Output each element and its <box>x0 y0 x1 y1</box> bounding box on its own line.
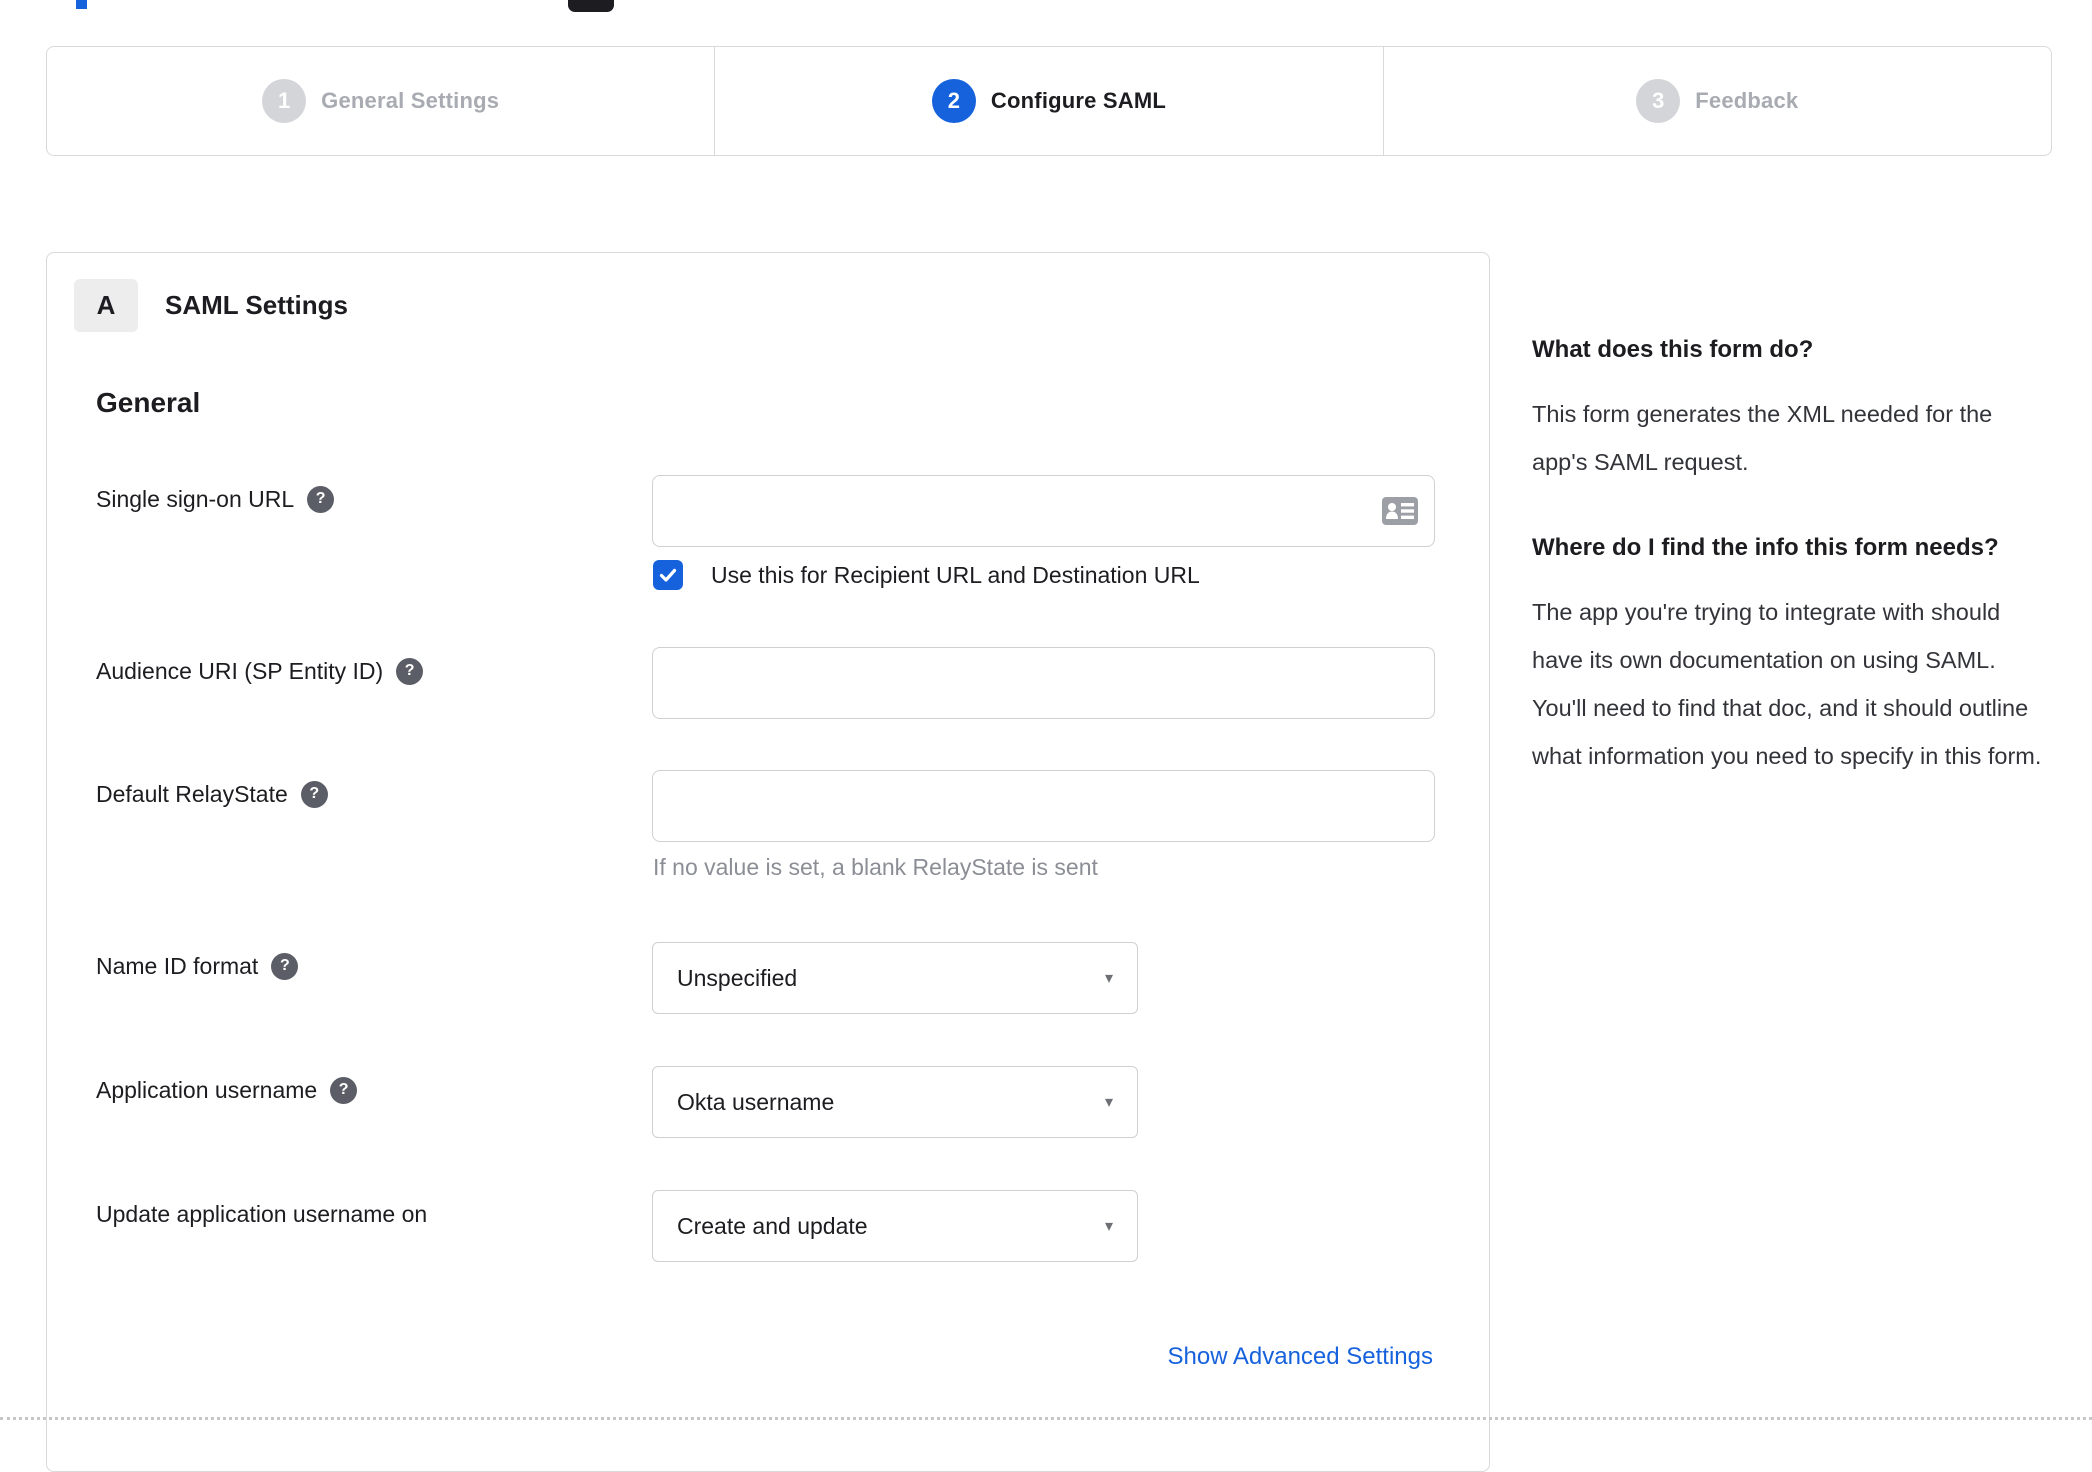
step-label: Feedback <box>1695 88 1799 113</box>
cropped-header-artifact-dark <box>568 0 614 12</box>
relaystate-label-text: Default RelayState <box>96 781 288 807</box>
relaystate-hint: If no value is set, a blank RelayState i… <box>653 854 1098 880</box>
update-username-select[interactable]: Create and update ▾ <box>652 1190 1138 1262</box>
audience-uri-input[interactable] <box>652 647 1435 719</box>
recipient-url-checkbox-row: Use this for Recipient URL and Destinati… <box>653 560 1200 590</box>
sso-url-input[interactable] <box>652 475 1435 547</box>
step-number-badge: 3 <box>1636 79 1681 123</box>
step-feedback[interactable]: 3 Feedback <box>1382 47 2051 155</box>
audience-uri-label: Audience URI (SP Entity ID) ? <box>96 656 424 686</box>
step-label: Configure SAML <box>990 88 1167 113</box>
application-username-label: Application username ? <box>96 1075 358 1105</box>
name-id-format-label-text: Name ID format <box>96 953 259 979</box>
help-icon[interactable]: ? <box>271 952 299 980</box>
checkmark-icon <box>659 568 677 582</box>
audience-uri-label-text: Audience URI (SP Entity ID) <box>96 658 384 684</box>
caret-down-icon: ▾ <box>1104 1218 1113 1235</box>
name-id-format-label: Name ID format ? <box>96 951 299 981</box>
help-icon[interactable]: ? <box>396 657 424 685</box>
update-username-value: Create and update <box>677 1212 868 1239</box>
screenshot-crop-dotted-line <box>0 1417 2092 1420</box>
help-answer-1: This form generates the XML needed for t… <box>1532 401 1993 475</box>
saml-settings-panel: A SAML Settings General Single sign-on U… <box>46 252 1490 1472</box>
help-answer-2: The app you're trying to integrate with … <box>1532 599 2042 769</box>
help-icon[interactable]: ? <box>307 485 335 513</box>
general-section-title: General <box>96 387 201 418</box>
name-id-format-select[interactable]: Unspecified ▾ <box>652 942 1138 1014</box>
wizard-stepper: 1 General Settings 2 Configure SAML 3 Fe… <box>46 46 2052 156</box>
help-question-2: Where do I find the info this form needs… <box>1532 534 1999 561</box>
step-number-badge: 2 <box>931 79 976 123</box>
sso-url-label: Single sign-on URL ? <box>96 484 335 514</box>
step-number-badge: 1 <box>262 79 307 123</box>
caret-down-icon: ▾ <box>1104 1094 1113 1111</box>
relaystate-label: Default RelayState ? <box>96 779 328 809</box>
recipient-url-checkbox[interactable] <box>653 560 683 590</box>
sso-url-label-text: Single sign-on URL <box>96 486 295 512</box>
application-username-select[interactable]: Okta username ▾ <box>652 1066 1138 1138</box>
step-general-settings[interactable]: 1 General Settings <box>47 47 714 155</box>
show-advanced-settings-link[interactable]: Show Advanced Settings <box>1167 1343 1433 1371</box>
step-label: General Settings <box>321 88 500 113</box>
help-icon[interactable]: ? <box>330 1076 358 1104</box>
help-question-1: What does this form do? <box>1532 336 1814 363</box>
recipient-url-checkbox-label: Use this for Recipient URL and Destinati… <box>711 561 1200 588</box>
panel-title: SAML Settings <box>165 290 348 320</box>
step-configure-saml[interactable]: 2 Configure SAML <box>714 47 1382 155</box>
panel-header: A SAML Settings <box>74 279 348 332</box>
caret-down-icon: ▾ <box>1104 970 1113 987</box>
sso-url-input-wrap <box>652 475 1435 547</box>
application-username-label-text: Application username <box>96 1077 318 1103</box>
contact-card-icon <box>1382 497 1418 525</box>
name-id-format-value: Unspecified <box>677 964 798 991</box>
update-username-label-text: Update application username on <box>96 1201 428 1227</box>
update-username-label: Update application username on <box>96 1199 427 1229</box>
cropped-header-artifact-blue <box>76 0 87 9</box>
section-a-badge: A <box>74 279 138 332</box>
application-username-value: Okta username <box>677 1088 835 1115</box>
relaystate-input[interactable] <box>652 770 1435 842</box>
help-icon[interactable]: ? <box>300 780 328 808</box>
help-sidebar: What does this form do? This form genera… <box>1532 330 2052 822</box>
